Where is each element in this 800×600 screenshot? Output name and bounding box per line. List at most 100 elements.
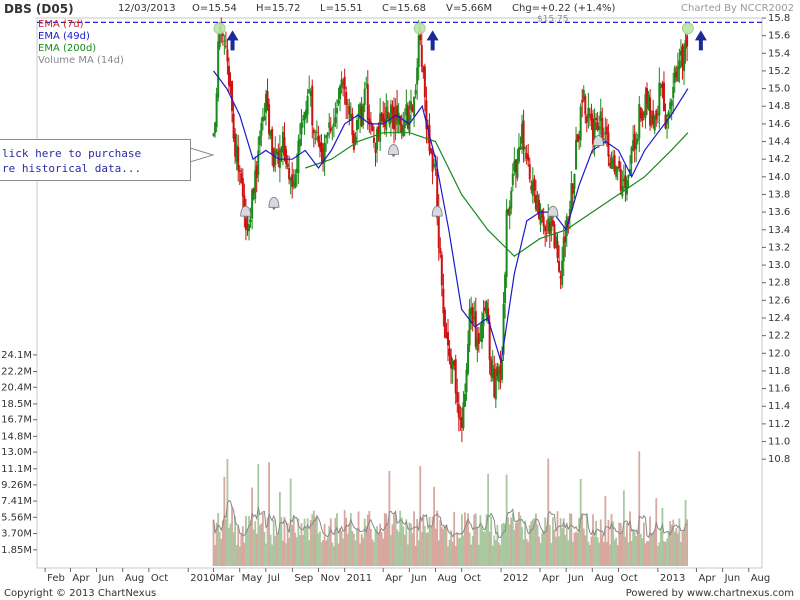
volume-bar bbox=[252, 529, 255, 566]
volume-bar bbox=[544, 517, 547, 566]
volume-bar bbox=[317, 533, 320, 566]
volume-bar bbox=[561, 528, 564, 566]
candle-body bbox=[610, 157, 613, 169]
volume-bar bbox=[419, 465, 422, 566]
candle-body bbox=[311, 85, 314, 126]
candle-body bbox=[372, 137, 375, 143]
volume-bar bbox=[599, 519, 602, 566]
volume-tick-label: 13.0M bbox=[1, 447, 32, 458]
volume-bar bbox=[673, 531, 676, 566]
time-tick-label: Aug bbox=[437, 573, 457, 584]
time-tick-label: Aug bbox=[125, 573, 145, 584]
volume-bar bbox=[525, 538, 528, 566]
candle-body bbox=[343, 76, 346, 90]
volume-bar bbox=[649, 516, 651, 566]
volume-bar bbox=[527, 541, 530, 566]
candle-body bbox=[363, 88, 366, 105]
volume-tick-label: 18.5M bbox=[1, 399, 32, 410]
purchase-data-callout[interactable]: lick here to purchase re historical data… bbox=[0, 139, 191, 181]
volume-bar bbox=[493, 535, 496, 566]
volume-bar bbox=[522, 539, 525, 566]
candle-body bbox=[266, 90, 269, 107]
volume-bar bbox=[224, 519, 227, 566]
volume-bar bbox=[468, 532, 471, 566]
volume-bar bbox=[228, 527, 230, 566]
volume-bar bbox=[385, 513, 388, 566]
volume-bar bbox=[283, 516, 286, 566]
price-tick-label: 11.6 bbox=[768, 384, 790, 395]
callout-line-2[interactable]: re historical data... bbox=[2, 162, 141, 175]
bell-clapper-icon bbox=[244, 215, 247, 219]
legend-volume-ma: Volume MA (14d) bbox=[38, 55, 124, 66]
volume-bar bbox=[217, 513, 220, 566]
volume-tick-label: 16.7M bbox=[1, 415, 32, 426]
candle-body bbox=[448, 348, 451, 357]
volume-bar bbox=[655, 498, 658, 566]
volume-bar bbox=[265, 543, 267, 566]
candle-body bbox=[662, 82, 665, 112]
volume-bar bbox=[323, 523, 326, 566]
volume-bar bbox=[551, 517, 554, 566]
price-tick-label: 15.0 bbox=[768, 84, 790, 95]
volume-bar bbox=[667, 530, 670, 566]
volume-bar bbox=[291, 525, 294, 566]
volume-bar bbox=[453, 511, 456, 566]
volume-bar bbox=[619, 523, 622, 566]
time-tick-label: Jun bbox=[567, 573, 584, 584]
volume-bar bbox=[374, 529, 377, 566]
candle-body bbox=[237, 146, 240, 171]
price-tick-label: 13.0 bbox=[768, 260, 790, 271]
volume-bar bbox=[214, 544, 216, 566]
volume-bar bbox=[559, 518, 562, 566]
candle-body bbox=[306, 95, 309, 115]
time-tick-label: May bbox=[242, 573, 263, 584]
volume-bar bbox=[240, 533, 243, 566]
volume-bar bbox=[235, 545, 238, 566]
volume-bar bbox=[444, 525, 446, 566]
volume-bar bbox=[353, 533, 355, 566]
volume-bar bbox=[613, 539, 616, 566]
volume-bar bbox=[399, 510, 402, 566]
peak-marker bbox=[213, 22, 226, 35]
volume-bar bbox=[336, 513, 338, 566]
legend-ema-7d: EMA (7d) bbox=[38, 19, 84, 30]
volume-bar bbox=[514, 522, 517, 566]
volume-bar bbox=[573, 532, 576, 566]
candle-body bbox=[519, 146, 522, 150]
price-tick-label: 11.0 bbox=[768, 437, 790, 448]
candle-body bbox=[231, 81, 234, 112]
price-tick-label: 14.8 bbox=[768, 101, 790, 112]
volume-bar bbox=[636, 531, 639, 566]
volume-bar bbox=[440, 526, 443, 566]
volume-tick-label: 11.1M bbox=[1, 464, 32, 475]
time-tick-label: 2011 bbox=[347, 573, 372, 584]
volume-bar bbox=[332, 546, 335, 566]
candle-body bbox=[463, 393, 466, 407]
volume-bar bbox=[567, 540, 570, 566]
volume-bar bbox=[362, 537, 365, 566]
volume-bar bbox=[663, 541, 665, 566]
volume-bar bbox=[360, 533, 363, 566]
candle-body bbox=[423, 66, 426, 98]
volume-bar bbox=[609, 544, 611, 566]
time-tick-label: Oct bbox=[151, 573, 168, 584]
volume-bar bbox=[462, 535, 465, 566]
chart-legend: EMA (7d) EMA (49d) EMA (200d) Volume MA … bbox=[38, 19, 124, 67]
candle-body bbox=[355, 119, 358, 131]
candle-body bbox=[312, 130, 315, 134]
candle-body bbox=[389, 104, 392, 123]
price-tick-label: 15.4 bbox=[768, 48, 790, 59]
volume-bar bbox=[592, 514, 594, 566]
powered-by-link[interactable]: Powered by www.chartnexus.com bbox=[626, 588, 794, 599]
volume-bar bbox=[302, 535, 304, 566]
volume-bar bbox=[659, 527, 662, 566]
candle-body bbox=[248, 224, 251, 232]
candle-body bbox=[257, 150, 260, 175]
time-tick-label: Mar bbox=[216, 573, 236, 584]
callout-line-1[interactable]: lick here to purchase bbox=[2, 147, 141, 160]
candle-body bbox=[335, 108, 338, 114]
candle-body bbox=[226, 49, 229, 62]
candle-body bbox=[618, 160, 621, 169]
time-tick-label: Apr bbox=[542, 573, 560, 584]
candle-body bbox=[670, 100, 673, 107]
